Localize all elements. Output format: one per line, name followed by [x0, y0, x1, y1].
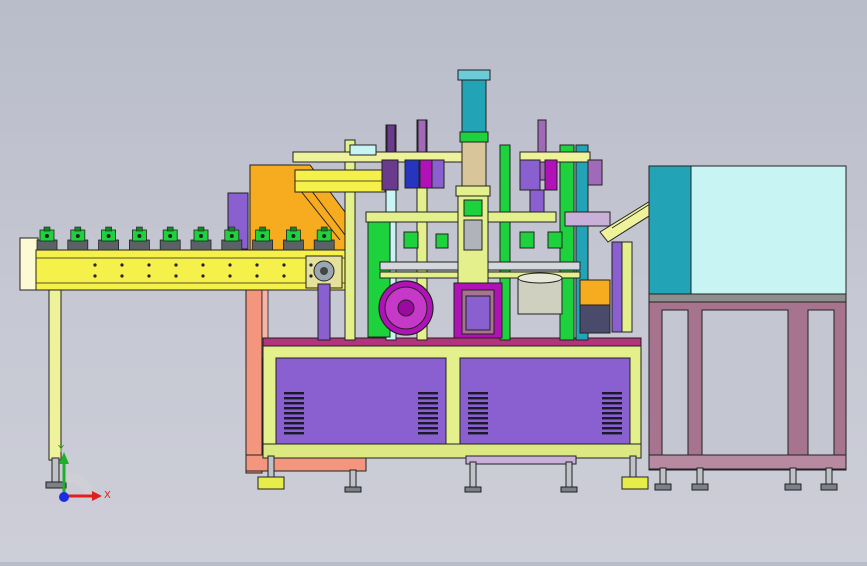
x-axis-arrowhead [92, 491, 102, 501]
conveyor-puck [313, 226, 335, 251]
conveyor-puck [221, 226, 243, 251]
conveyor-puck [98, 226, 119, 251]
conveyor-puck [252, 226, 274, 251]
conveyor-puck [159, 226, 181, 251]
vent-grille [468, 392, 488, 435]
assembly-drawing: X Y [19, 69, 847, 502]
conveyor-puck [190, 226, 212, 251]
base-cabinet [262, 337, 642, 459]
z-axis-dot [59, 492, 69, 502]
y-axis-label: Y [57, 444, 65, 455]
vent-grille [284, 392, 304, 435]
right-housing [648, 165, 847, 303]
conveyor-puck [282, 226, 304, 251]
conveyor-puck [67, 226, 89, 251]
vent-grille [418, 392, 438, 435]
vent-grille [602, 392, 622, 435]
right-stand [648, 301, 847, 491]
conveyor-puck [36, 226, 58, 251]
coordinate-triad: X Y [57, 444, 111, 502]
conveyor-pucks [36, 226, 335, 251]
cad-viewport[interactable]: X Y [0, 0, 867, 562]
x-axis-label: X [104, 490, 111, 501]
cabinet-door-left[interactable] [275, 357, 447, 445]
conveyor-puck [128, 226, 150, 251]
cabinet-door-right[interactable] [459, 357, 631, 445]
central-mechanism [292, 69, 611, 341]
